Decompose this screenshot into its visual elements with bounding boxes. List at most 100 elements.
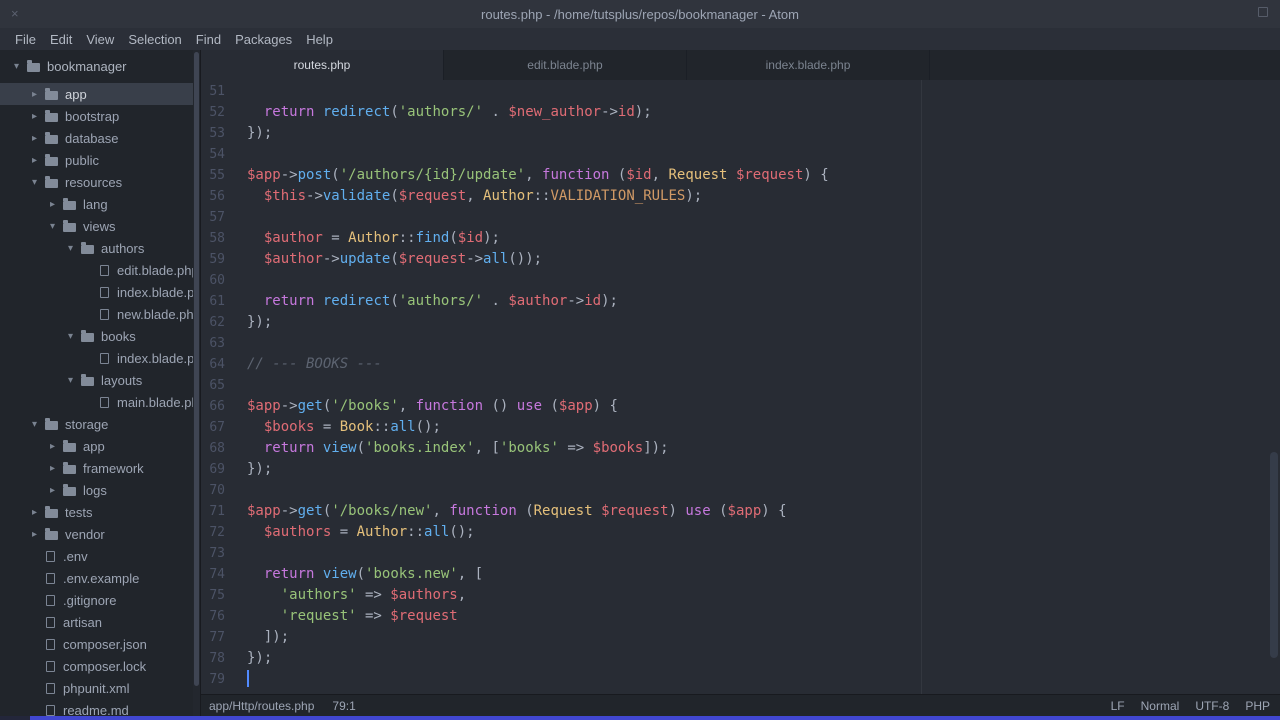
tree-item-tests[interactable]: ▸ tests	[0, 501, 200, 523]
folder-icon	[63, 483, 76, 496]
code-line[interactable]: 51	[201, 81, 1280, 102]
chevron-right-icon[interactable]: ▸	[32, 155, 45, 166]
code-line[interactable]: 53});	[201, 123, 1280, 144]
tree-item-resources[interactable]: ▾ resources	[0, 171, 200, 193]
chevron-down-icon[interactable]: ▾	[32, 177, 45, 188]
code-line[interactable]: 78});	[201, 648, 1280, 669]
code-line[interactable]: 72 $authors = Author::all();	[201, 522, 1280, 543]
tree-item-lang[interactable]: ▸ lang	[0, 193, 200, 215]
tree-item-label: edit.blade.php	[117, 262, 199, 278]
tree-item-layouts[interactable]: ▾ layouts	[0, 369, 200, 391]
chevron-down-icon[interactable]: ▾	[32, 419, 45, 430]
code-line[interactable]: 76 'request' => $request	[201, 606, 1280, 627]
menu-item-view[interactable]: View	[79, 32, 121, 47]
tree-item-logs[interactable]: ▸ logs	[0, 479, 200, 501]
tree-item-index.blade.php[interactable]: index.blade.php	[0, 281, 200, 303]
tree-item-storage[interactable]: ▾ storage	[0, 413, 200, 435]
code-line[interactable]: 66 $app->get('/books', function () use ($…	[201, 396, 1280, 417]
chevron-down-icon[interactable]: ▾	[50, 221, 63, 232]
code-line[interactable]: 62});	[201, 312, 1280, 333]
code-line[interactable]: 57	[201, 207, 1280, 228]
tree-item-.env.example[interactable]: .env.example	[0, 567, 200, 589]
tree-item-vendor[interactable]: ▸ vendor	[0, 523, 200, 545]
tree-item-composer.lock[interactable]: composer.lock	[0, 655, 200, 677]
tree-item-.env[interactable]: .env	[0, 545, 200, 567]
tree-item-bookmanager[interactable]: ▾ bookmanager	[0, 55, 200, 77]
chevron-right-icon[interactable]: ▸	[50, 463, 63, 474]
tab-index.blade.php[interactable]: index.blade.php	[687, 50, 930, 80]
tree-item-framework[interactable]: ▸ framework	[0, 457, 200, 479]
code-line[interactable]: 61 return redirect('authors/' . $author-…	[201, 291, 1280, 312]
chevron-down-icon[interactable]: ▾	[68, 243, 81, 254]
code-line[interactable]: 55 $app->post('/authors/{id}/update', fun…	[201, 165, 1280, 186]
chevron-right-icon[interactable]: ▸	[32, 89, 45, 100]
tree-scrollbar-thumb[interactable]	[194, 52, 199, 686]
tree-item-label: readme.md	[63, 702, 129, 717]
code-line[interactable]: 71 $app->get('/books/new', function (Requ…	[201, 501, 1280, 522]
status-encoding[interactable]: UTF-8	[1195, 699, 1229, 713]
menu-item-packages[interactable]: Packages	[228, 32, 299, 47]
menu-item-selection[interactable]: Selection	[121, 32, 188, 47]
code-line[interactable]: 58 $author = Author::find($id);	[201, 228, 1280, 249]
code-line[interactable]: 77 ]);	[201, 627, 1280, 648]
menu-item-edit[interactable]: Edit	[43, 32, 79, 47]
code-line[interactable]: 74 return view('books.new', [	[201, 564, 1280, 585]
editor-scrollbar-thumb[interactable]	[1270, 452, 1278, 658]
status-grammar[interactable]: PHP	[1245, 699, 1270, 713]
code-line[interactable]: 67 $books = Book::all();	[201, 417, 1280, 438]
chevron-right-icon[interactable]: ▸	[50, 485, 63, 496]
code-line[interactable]: 59 $author->update($request->all());	[201, 249, 1280, 270]
chevron-right-icon[interactable]: ▸	[32, 133, 45, 144]
tree-item-edit.blade.php[interactable]: edit.blade.php	[0, 259, 200, 281]
tree-item-main.blade.php[interactable]: main.blade.php	[0, 391, 200, 413]
tree-scrollbar[interactable]	[193, 50, 200, 716]
tree-item-bootstrap[interactable]: ▸ bootstrap	[0, 105, 200, 127]
tree-item-app[interactable]: ▸ app	[0, 83, 200, 105]
close-icon[interactable]: ×	[11, 7, 19, 20]
tree-item-books[interactable]: ▾ books	[0, 325, 200, 347]
code-line[interactable]: 73	[201, 543, 1280, 564]
chevron-down-icon[interactable]: ▾	[68, 375, 81, 386]
status-line-ending[interactable]: LF	[1111, 699, 1125, 713]
tab-routes.php[interactable]: routes.php	[201, 50, 444, 80]
tree-item-authors[interactable]: ▾ authors	[0, 237, 200, 259]
chevron-right-icon[interactable]: ▸	[50, 441, 63, 452]
tree-item-artisan[interactable]: artisan	[0, 611, 200, 633]
code-line[interactable]: 52 return redirect('authors/' . $new_aut…	[201, 102, 1280, 123]
tree-item-index.blade.php[interactable]: index.blade.php	[0, 347, 200, 369]
tree-item-new.blade.php[interactable]: new.blade.php	[0, 303, 200, 325]
tree-item-readme.md[interactable]: readme.md	[0, 699, 200, 716]
code-line[interactable]: 64 // --- BOOKS ---	[201, 354, 1280, 375]
tree-item-.gitignore[interactable]: .gitignore	[0, 589, 200, 611]
status-cursor-position[interactable]: 79:1	[332, 699, 355, 713]
chevron-right-icon[interactable]: ▸	[32, 529, 45, 540]
code-line[interactable]: 56 $this->validate($request, Author::VAL…	[201, 186, 1280, 207]
chevron-right-icon[interactable]: ▸	[50, 199, 63, 210]
chevron-right-icon[interactable]: ▸	[32, 111, 45, 122]
tree-item-phpunit.xml[interactable]: phpunit.xml	[0, 677, 200, 699]
code-line[interactable]: 75 'authors' => $authors,	[201, 585, 1280, 606]
code-line[interactable]: 68 return view('books.index', ['books' =…	[201, 438, 1280, 459]
menu-item-help[interactable]: Help	[299, 32, 340, 47]
tree-item-views[interactable]: ▾ views	[0, 215, 200, 237]
code-line[interactable]: 79	[201, 669, 1280, 690]
tree-item-composer.json[interactable]: composer.json	[0, 633, 200, 655]
code-line[interactable]: 69});	[201, 459, 1280, 480]
code-line[interactable]: 70	[201, 480, 1280, 501]
code-line[interactable]: 54	[201, 144, 1280, 165]
tree-item-app[interactable]: ▸ app	[0, 435, 200, 457]
tab-edit.blade.php[interactable]: edit.blade.php	[444, 50, 687, 80]
code-line[interactable]: 63	[201, 333, 1280, 354]
restore-icon[interactable]	[1258, 7, 1268, 17]
menu-item-file[interactable]: File	[8, 32, 43, 47]
folder-icon	[63, 461, 76, 474]
code-line[interactable]: 65	[201, 375, 1280, 396]
tree-item-public[interactable]: ▸ public	[0, 149, 200, 171]
chevron-down-icon[interactable]: ▾	[68, 331, 81, 342]
menu-item-find[interactable]: Find	[189, 32, 228, 47]
code-line[interactable]: 60	[201, 270, 1280, 291]
tree-item-database[interactable]: ▸ database	[0, 127, 200, 149]
chevron-right-icon[interactable]: ▸	[32, 507, 45, 518]
chevron-down-icon[interactable]: ▾	[14, 61, 27, 72]
editor[interactable]: 51 52 return redirect('authors/' . $new_a…	[201, 80, 1280, 694]
